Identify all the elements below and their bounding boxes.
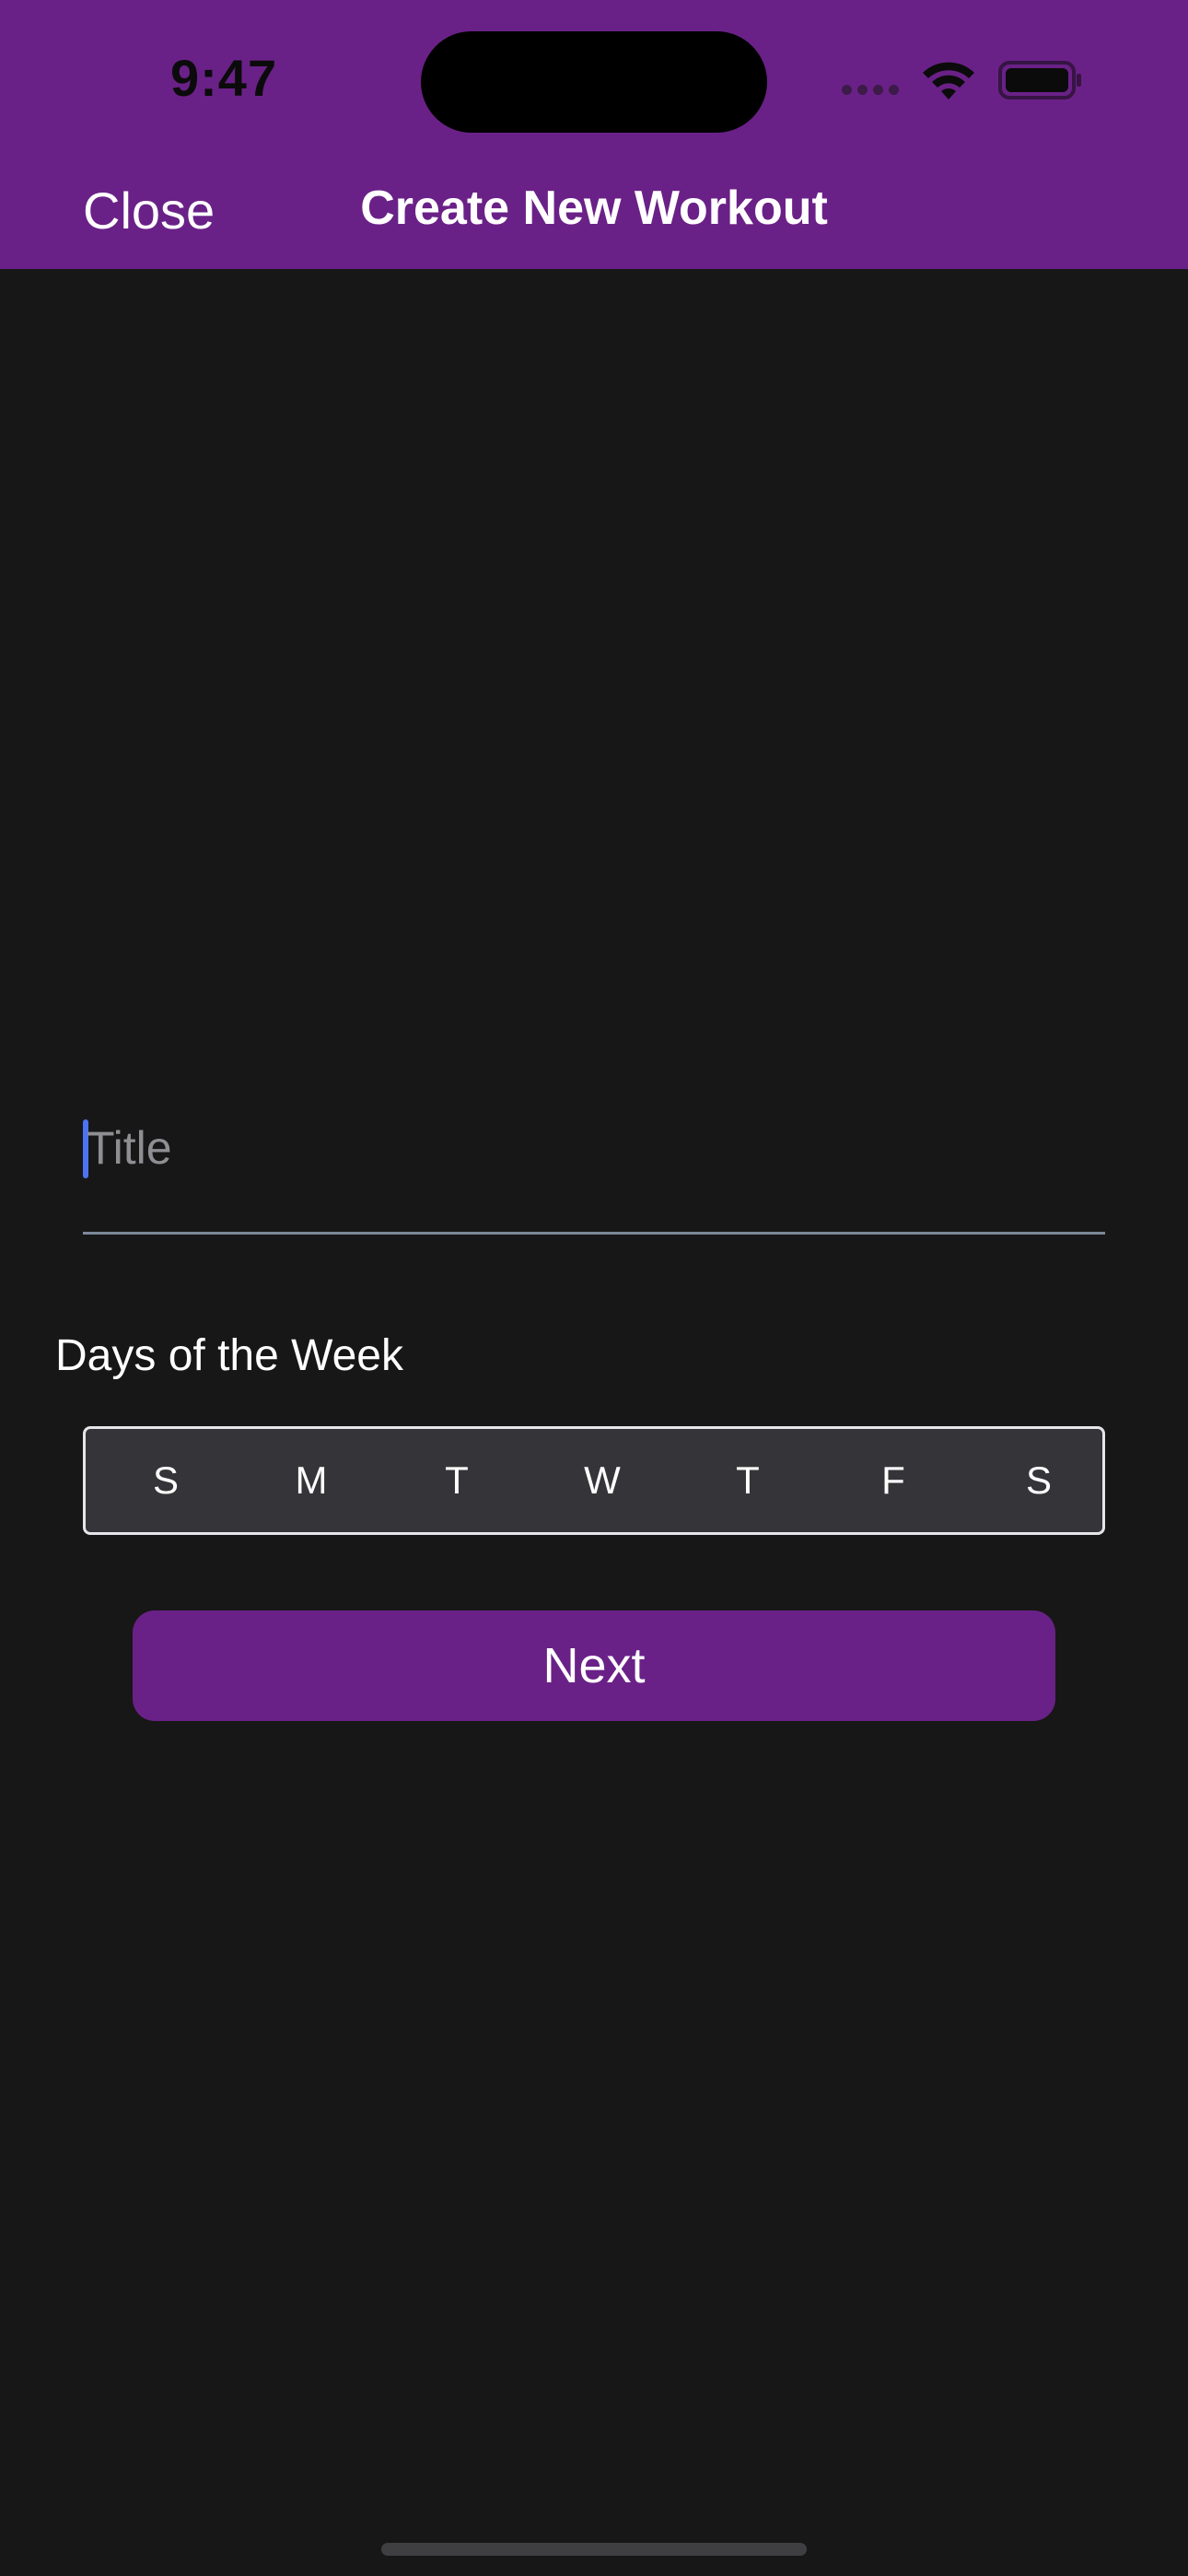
page-title: Create New Workout <box>360 181 828 235</box>
battery-icon <box>998 61 1081 100</box>
day-button-saturday[interactable]: S <box>1016 1458 1062 1503</box>
day-button-tuesday[interactable]: T <box>434 1458 480 1503</box>
next-button[interactable]: Next <box>133 1610 1055 1721</box>
dynamic-island <box>421 31 767 133</box>
header: 9:47 Close Create New Workout <box>0 0 1188 269</box>
day-button-wednesday[interactable]: W <box>579 1458 625 1503</box>
title-field[interactable] <box>83 1096 1105 1235</box>
day-button-sunday[interactable]: S <box>143 1458 189 1503</box>
day-button-monday[interactable]: M <box>288 1458 334 1503</box>
day-button-thursday[interactable]: T <box>725 1458 771 1503</box>
title-input[interactable] <box>83 1111 1096 1185</box>
wifi-icon <box>923 62 974 100</box>
home-indicator[interactable] <box>381 2543 807 2556</box>
day-picker: S M T W T F S <box>83 1426 1105 1535</box>
cellular-signal-icon <box>842 85 899 95</box>
days-of-week-label: Days of the Week <box>55 1331 403 1380</box>
status-time: 9:47 <box>170 49 278 107</box>
day-button-friday[interactable]: F <box>870 1458 916 1503</box>
